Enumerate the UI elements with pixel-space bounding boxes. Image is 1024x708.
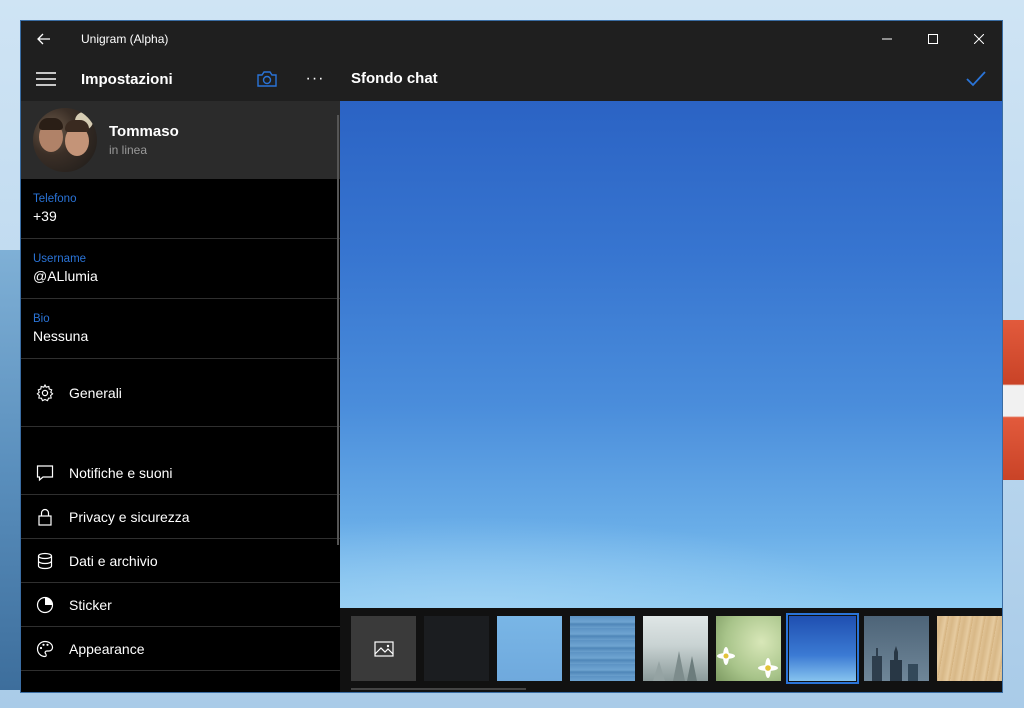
- profile-name: Tommaso: [109, 123, 179, 140]
- content-area: Tommaso in linea Telefono +39 Username @…: [21, 101, 1002, 692]
- settings-sidebar[interactable]: Tommaso in linea Telefono +39 Username @…: [21, 101, 340, 692]
- custom-wallpaper-button[interactable]: [351, 616, 416, 681]
- username-field[interactable]: Username @ALlumia: [21, 239, 340, 299]
- minimize-button[interactable]: [864, 21, 910, 57]
- wallpaper-panel: [340, 101, 1002, 692]
- desktop-background-left: [0, 250, 20, 690]
- title-bar: Unigram (Alpha): [21, 21, 1002, 57]
- phone-field[interactable]: Telefono +39: [21, 179, 340, 239]
- menu-item-label: Generali: [69, 384, 122, 401]
- menu-item-label: Sticker: [69, 596, 112, 613]
- wallpaper-thumb-light-wood[interactable]: [937, 616, 1002, 681]
- settings-title: Impostazioni: [81, 70, 173, 88]
- back-button[interactable]: [21, 21, 67, 57]
- gallery-scrollbar[interactable]: [351, 688, 526, 690]
- menu-item-privacy[interactable]: Privacy e sicurezza: [21, 495, 340, 539]
- app-bar: Impostazioni ··· Sfondo chat: [21, 57, 1002, 101]
- lock-icon: [35, 507, 55, 527]
- close-button[interactable]: [956, 21, 1002, 57]
- bio-field[interactable]: Bio Nessuna: [21, 299, 340, 359]
- wallpaper-gallery[interactable]: [340, 608, 1002, 692]
- maximize-button[interactable]: [910, 21, 956, 57]
- detail-title: Sfondo chat: [351, 70, 438, 87]
- field-value: Nessuna: [33, 328, 89, 344]
- menu-item-label: Appearance: [69, 640, 145, 657]
- camera-icon: [257, 71, 277, 87]
- minimize-icon: [882, 38, 892, 40]
- profile-card[interactable]: Tommaso in linea: [21, 101, 340, 179]
- hamburger-icon: [36, 72, 56, 86]
- wallpaper-thumb-light-blue[interactable]: [497, 616, 562, 681]
- gear-icon: [35, 383, 55, 403]
- back-arrow-icon: [37, 33, 50, 45]
- avatar: [33, 108, 97, 172]
- menu-item-dati[interactable]: Dati e archivio: [21, 539, 340, 583]
- menu-item-generali[interactable]: Generali: [21, 359, 340, 427]
- menu-item-label: Privacy e sicurezza: [69, 508, 190, 525]
- chat-bubble-icon: [35, 463, 55, 483]
- checkmark-icon: [966, 71, 986, 87]
- menu-item-label: Dati e archivio: [69, 552, 158, 569]
- sidebar-scrollbar[interactable]: [337, 115, 339, 545]
- confirm-button[interactable]: [964, 67, 988, 91]
- field-value: +39: [33, 208, 57, 224]
- palette-icon: [35, 639, 55, 659]
- menu-item-notifiche[interactable]: Notifiche e suoni: [21, 451, 340, 495]
- more-options-button[interactable]: ···: [303, 67, 327, 91]
- wallpaper-thumb-blue-gradient[interactable]: [786, 613, 859, 684]
- image-icon: [373, 640, 394, 657]
- wallpaper-thumb-foggy-forest[interactable]: [643, 616, 708, 681]
- change-photo-button[interactable]: [255, 67, 279, 91]
- database-icon: [35, 551, 55, 571]
- menu-item-appearance[interactable]: Appearance: [21, 627, 340, 671]
- menu-item-label: Notifiche e suoni: [69, 464, 173, 481]
- field-label: Telefono: [33, 193, 77, 205]
- close-icon: [974, 34, 984, 44]
- wallpaper-thumb-dark[interactable]: [424, 616, 489, 681]
- profile-status: in linea: [109, 143, 148, 157]
- maximize-icon: [928, 34, 938, 44]
- wallpaper-thumb-city-skyline[interactable]: [864, 616, 929, 681]
- field-label: Username: [33, 253, 87, 265]
- field-value: @ALlumia: [33, 268, 98, 284]
- wallpaper-thumb-daisies[interactable]: [716, 616, 781, 681]
- app-window: Unigram (Alpha) Impostazioni ··· Sfondo …: [20, 20, 1003, 693]
- wallpaper-thumb-blue-wood[interactable]: [570, 616, 635, 681]
- menu-item-sticker[interactable]: Sticker: [21, 583, 340, 627]
- desktop-background-right: [1002, 320, 1024, 480]
- wallpaper-preview: [340, 101, 1002, 608]
- field-label: Bio: [33, 313, 50, 325]
- hamburger-menu-button[interactable]: [23, 57, 69, 101]
- window-title: Unigram (Alpha): [81, 32, 169, 46]
- sticker-icon: [35, 595, 55, 615]
